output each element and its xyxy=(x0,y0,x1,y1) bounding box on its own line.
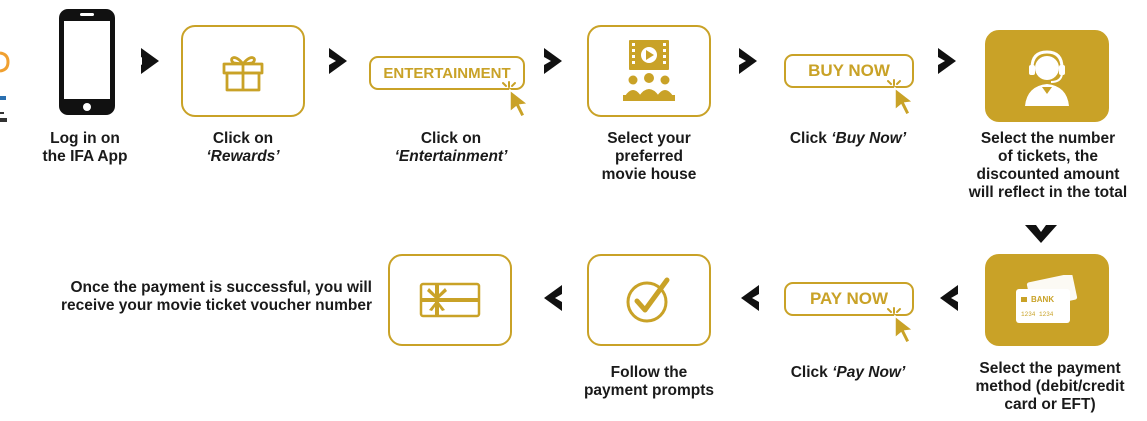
chevron-left-icon xyxy=(544,285,562,311)
step-voucher-label: Once the payment is successful, you will… xyxy=(61,279,372,314)
step-tickets-label: Select the number of tickets, the discou… xyxy=(968,130,1128,201)
chevron-down-icon xyxy=(1025,225,1057,243)
step-movie-house-card xyxy=(587,25,711,117)
step-pay-now-label: Click ‘Pay Now’ xyxy=(790,364,906,381)
chevron-right-icon xyxy=(739,48,757,74)
svg-text:1234 1234: 1234 1234 xyxy=(1021,311,1054,318)
chevron-right-icon xyxy=(544,48,562,74)
step-login xyxy=(40,8,150,118)
step-payment-method-card: BANK 1234 1234 xyxy=(985,254,1109,346)
cinema-audience-icon xyxy=(623,40,675,101)
step-movie-house-label: Select your preferred movie house xyxy=(601,130,697,183)
step-prompts-card xyxy=(587,254,711,346)
step-login-label: Log in on the IFA App xyxy=(42,130,128,165)
gift-box-icon xyxy=(222,56,264,92)
step-entertainment-label: Click on ‘Entertainment’ xyxy=(394,130,508,165)
cursor-click-icon xyxy=(501,81,530,119)
chevron-right-icon xyxy=(938,48,956,74)
partner-logo-fragment xyxy=(0,50,10,140)
step-rewards-label: Click on ‘Rewards’ xyxy=(206,130,280,165)
step-voucher-card xyxy=(388,254,512,346)
step-tickets-card xyxy=(985,30,1109,122)
step-payment-method-label: Select the payment method (debit/credit … xyxy=(975,360,1125,413)
checkmark-circle-icon xyxy=(626,277,670,323)
step-rewards-card xyxy=(181,25,305,117)
cursor-click-icon xyxy=(886,307,915,345)
step-prompts-label: Follow the payment prompts xyxy=(583,364,715,399)
bank-card-icon: BANK 1234 1234 xyxy=(1016,275,1079,323)
chevron-right-icon xyxy=(141,48,159,74)
chevron-left-icon xyxy=(741,285,759,311)
chevron-right-icon xyxy=(329,48,347,74)
call-center-agent-icon xyxy=(1025,50,1069,106)
gift-voucher-icon xyxy=(419,282,481,318)
cursor-click-icon xyxy=(886,79,915,117)
svg-text:BANK: BANK xyxy=(1031,295,1054,304)
chevron-left-icon xyxy=(940,285,958,311)
smartphone-icon xyxy=(59,9,115,115)
step-buy-now-label: Click ‘Buy Now’ xyxy=(789,130,907,147)
